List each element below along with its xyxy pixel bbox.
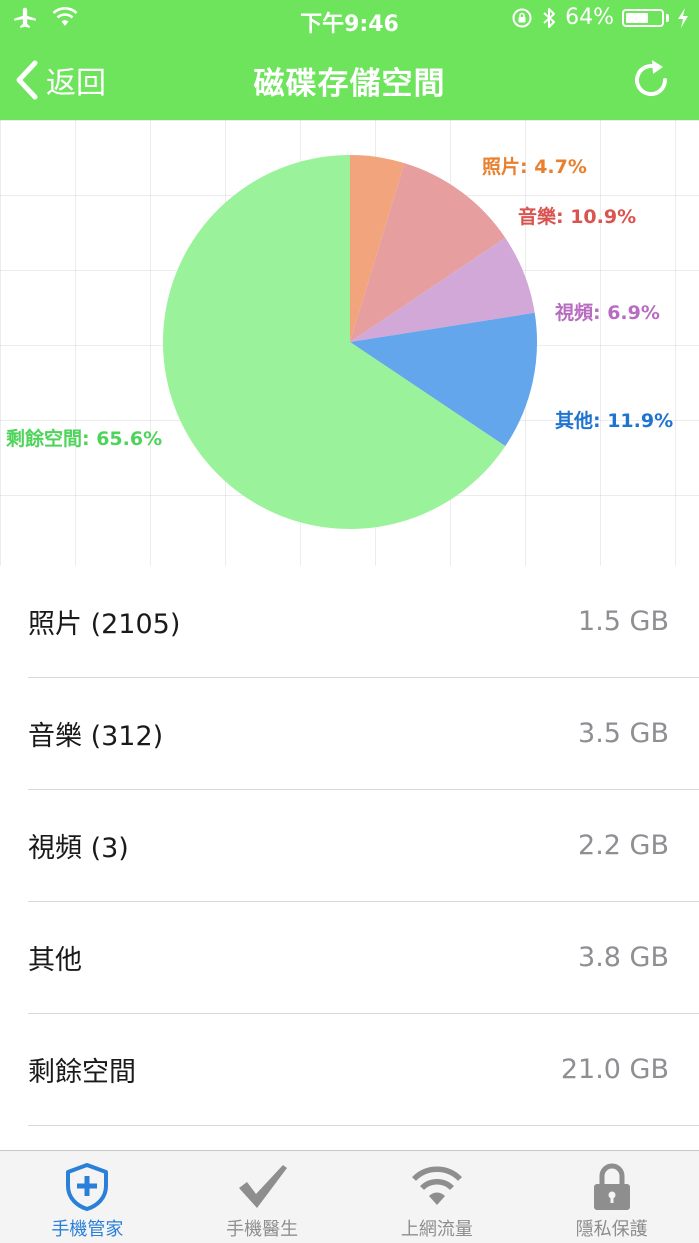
tab-icon-wrap <box>590 1161 634 1213</box>
pie-chart-svg: 照片: 4.7% 音樂: 10.9% 視頻: 6.9% 其他: 11.9% 剩餘空間: … <box>6 155 673 529</box>
tab-privacy-protection[interactable]: 隱私保護 <box>524 1151 699 1243</box>
storage-list: 照片 (2105) 1.5 GB 音樂 (312) 3.5 GB 視頻 (3) … <box>0 566 699 1126</box>
storage-row-name: 剩餘空間 <box>28 1057 136 1088</box>
tab-label: 上網流量 <box>400 1219 473 1240</box>
pie-label-videos: 視頻: 6.9% <box>554 301 660 324</box>
refresh-icon[interactable] <box>627 56 675 104</box>
tab-icon-wrap <box>411 1161 463 1213</box>
storage-row-videos[interactable]: 視頻 (3) 2.2 GB <box>28 790 699 902</box>
page-title: 磁碟存儲空間 <box>253 66 446 102</box>
battery-percentage: 64% <box>565 5 614 30</box>
storage-row-size: 3.5 GB <box>578 718 669 749</box>
tab-icon-wrap <box>64 1161 110 1213</box>
storage-row-size: 21.0 GB <box>560 1054 669 1085</box>
tab-bar: 手機管家 手機醫生 上網流量 隱私保護 <box>0 1150 699 1243</box>
storage-row-free-space[interactable]: 剩餘空間 21.0 GB <box>28 1014 699 1126</box>
tab-label: 手機醫生 <box>226 1219 299 1240</box>
storage-row-photos[interactable]: 照片 (2105) 1.5 GB <box>28 566 699 678</box>
storage-row-size: 3.8 GB <box>578 942 669 973</box>
tab-data-usage[interactable]: 上網流量 <box>350 1151 525 1243</box>
pie-label-free-space: 剩餘空間: 65.6% <box>6 427 162 450</box>
orientation-lock-icon <box>512 8 532 27</box>
storage-row-other[interactable]: 其他 3.8 GB <box>28 902 699 1014</box>
tab-phone-manager[interactable]: 手機管家 <box>0 1151 175 1243</box>
storage-row-music[interactable]: 音樂 (312) 3.5 GB <box>28 678 699 790</box>
storage-row-size: 1.5 GB <box>578 606 669 637</box>
storage-row-name: 視頻 (3) <box>28 833 129 864</box>
storage-row-size: 2.2 GB <box>578 830 669 861</box>
pie-label-other: 其他: 11.9% <box>555 409 673 432</box>
pie-label-photos: 照片: 4.7% <box>482 155 587 178</box>
shield-plus-icon <box>66 1163 109 1211</box>
navigation-bar: 返回 磁碟存儲空間 <box>0 40 699 120</box>
storage-row-name: 其他 <box>28 945 82 976</box>
checkmark-icon <box>239 1165 288 1208</box>
tab-phone-doctor[interactable]: 手機醫生 <box>175 1151 350 1243</box>
bluetooth-icon <box>543 7 556 28</box>
storage-row-name: 照片 (2105) <box>28 609 181 640</box>
status-bar: 下午9:46 64% <box>0 0 699 40</box>
battery-fill <box>626 12 648 23</box>
wifi-icon <box>411 1166 462 1205</box>
pie-label-music: 音樂: 10.9% <box>518 205 636 228</box>
tab-icon-wrap <box>235 1161 289 1213</box>
tab-label: 手機管家 <box>51 1219 124 1240</box>
tab-label: 隱私保護 <box>575 1219 648 1240</box>
battery-icon <box>622 8 664 27</box>
lock-icon <box>593 1163 630 1210</box>
storage-row-name: 音樂 (312) <box>28 721 164 752</box>
charging-bolt-icon <box>678 7 688 28</box>
storage-pie-chart: 照片: 4.7% 音樂: 10.9% 視頻: 6.9% 其他: 11.9% 剩餘空間: … <box>0 120 699 566</box>
battery-tip <box>666 13 669 22</box>
status-right: 64% <box>511 5 689 30</box>
